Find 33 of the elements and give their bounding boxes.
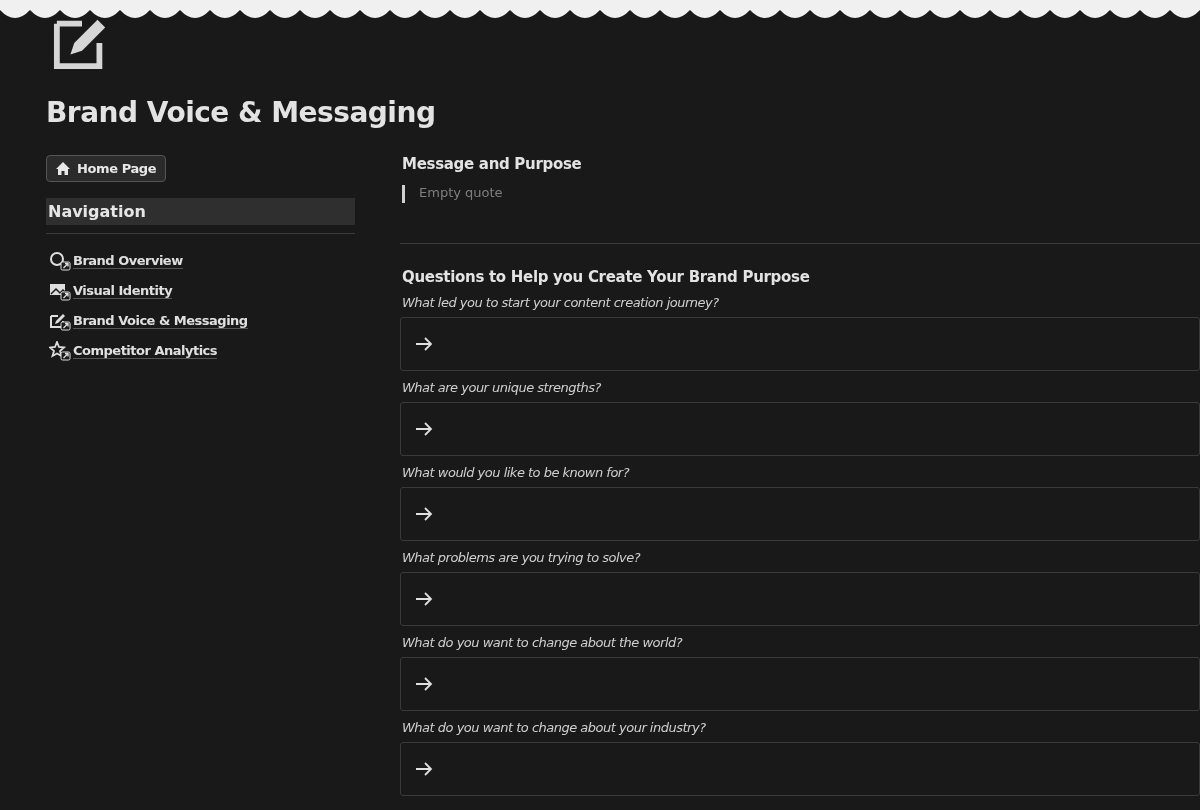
home-page-button[interactable]: Home Page	[46, 155, 167, 182]
quote-field[interactable]: Empty quote	[402, 185, 619, 203]
question-text: What would you like to be known for?	[402, 465, 631, 480]
arrow-icon	[415, 761, 433, 777]
arrow-icon	[415, 421, 433, 437]
answer-callout[interactable]	[400, 317, 1200, 371]
section-heading: Questions to Help you Create Your Brand Purpose	[401, 268, 811, 286]
nav-link[interactable]: Brand Overview	[49, 246, 355, 276]
answer-callout[interactable]	[400, 572, 1200, 626]
question-text: What problems are you trying to solve?	[402, 550, 642, 565]
section-heading: Message and Purpose	[401, 155, 583, 173]
nav-link[interactable]: Visual Identity	[49, 276, 355, 306]
arrow-icon	[415, 591, 433, 607]
arrow-icon	[415, 336, 433, 352]
search-link-icon	[49, 251, 71, 271]
arrow-icon	[415, 506, 433, 522]
nav-link[interactable]: Brand Voice & Messaging	[49, 306, 355, 336]
question-text: What are your unique strengths?	[402, 380, 603, 395]
page-title: Brand Voice & Messaging	[46, 96, 437, 129]
navigation-heading: Navigation	[46, 198, 355, 225]
answer-callout[interactable]	[400, 742, 1200, 796]
arrow-icon	[415, 676, 433, 692]
question-text: What led you to start your content creation journey?	[402, 295, 720, 310]
image-link-icon	[49, 281, 71, 301]
nav-link[interactable]: Competitor Analytics	[49, 336, 355, 366]
star-link-icon	[49, 341, 71, 361]
question-text: What do you want to change about your industry?	[402, 720, 707, 735]
answer-callout[interactable]	[400, 657, 1200, 711]
question-text: What do you want to change about the world?	[402, 635, 684, 650]
home-icon	[56, 162, 70, 175]
edit-link-icon	[49, 311, 71, 331]
answer-callout[interactable]	[400, 487, 1200, 541]
answer-callout[interactable]	[400, 402, 1200, 456]
